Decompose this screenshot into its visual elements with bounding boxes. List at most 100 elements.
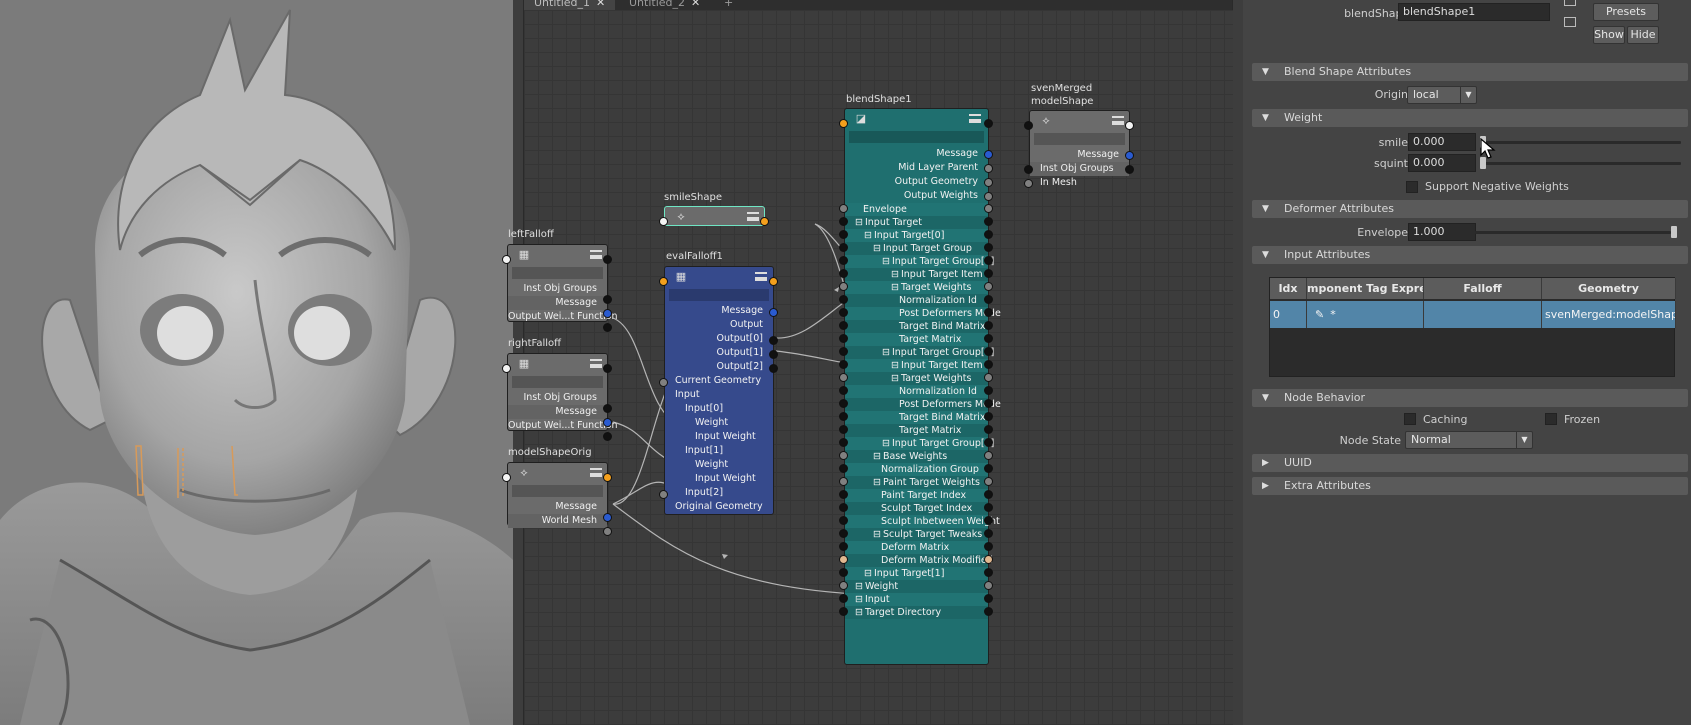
envelope-slider[interactable] (1475, 231, 1671, 234)
port-right[interactable] (984, 607, 993, 616)
port-right[interactable] (984, 256, 993, 265)
blendshape-attr-row[interactable]: ⊟ Base Weights (845, 450, 988, 463)
port-left[interactable] (839, 516, 848, 525)
attr-current-geometry[interactable]: Current Geometry (665, 374, 773, 388)
port-left[interactable] (839, 529, 848, 538)
expand-icon[interactable]: ⊟ (873, 477, 881, 488)
port-right[interactable] (984, 490, 993, 499)
expand-icon[interactable]: ⊟ (891, 282, 899, 293)
node-smileshape[interactable]: ⟡ (664, 206, 765, 226)
port-right[interactable] (984, 217, 993, 226)
section-deformer-attributes[interactable]: ▼ Deformer Attributes (1252, 200, 1688, 218)
envelope-value-field[interactable]: 1.000 (1408, 223, 1476, 241)
attr-input-weight[interactable]: Input Weight (665, 472, 773, 486)
section-weight[interactable]: ▼ Weight (1252, 109, 1688, 127)
blendshape-attr-row[interactable]: Normalization Id (845, 294, 988, 307)
blendshape-attr-row[interactable]: ⊟ Input Target Group[2] (845, 437, 994, 450)
blendshape-attr-row[interactable]: Target Bind Matrix (845, 411, 988, 424)
blendshape-attr-row[interactable]: ⊟ Input Target[1] (845, 567, 988, 580)
port-right[interactable] (984, 438, 993, 447)
section-input-attributes[interactable]: ▼ Input Attributes (1252, 246, 1688, 264)
port-left[interactable] (839, 204, 848, 213)
output-port[interactable] (603, 473, 612, 482)
squint-slider[interactable] (1483, 162, 1681, 165)
port-original-geometry[interactable] (659, 490, 668, 499)
port-left[interactable] (839, 503, 848, 512)
expand-icon[interactable]: ⊟ (873, 243, 881, 254)
expand-icon[interactable]: ⊟ (891, 373, 899, 384)
attr-inst-obj-groups[interactable]: Inst Obj Groups (508, 282, 607, 296)
hide-button[interactable]: Hide (1627, 26, 1659, 44)
viewport-3d[interactable] (0, 0, 513, 725)
expand-icon[interactable]: ⊟ (891, 269, 899, 280)
expand-icon[interactable]: ⊟ (855, 607, 863, 618)
table-cell-component-tag[interactable]: ✎ * (1307, 301, 1424, 328)
table-cell-falloff[interactable] (1424, 301, 1542, 328)
port-right[interactable] (984, 373, 993, 382)
blendshape-attr-row[interactable]: ⊟ Input Target Group[0] (845, 255, 994, 268)
close-icon[interactable]: ✕ (691, 0, 700, 9)
port-right[interactable] (984, 477, 993, 486)
port-right[interactable] (984, 386, 993, 395)
node-leftfalloff[interactable]: ▦ Inst Obj Groups Message Output Wei...t… (507, 244, 618, 322)
port-output-weights[interactable] (984, 192, 993, 201)
port-left[interactable] (839, 295, 848, 304)
expand-icon[interactable]: ⊟ (855, 217, 863, 228)
output-port[interactable] (984, 119, 993, 128)
table-cell-idx[interactable]: 0 (1270, 301, 1307, 328)
output-port[interactable] (603, 364, 612, 373)
blendshape-attr-row[interactable]: Target Matrix (845, 333, 988, 346)
port-inst-obj-groups[interactable] (1024, 165, 1033, 174)
port-left[interactable] (839, 594, 848, 603)
menu-icon[interactable] (969, 114, 981, 123)
blendshape-attr-row[interactable]: ⊟ Target Weights (845, 372, 988, 385)
port-left[interactable] (839, 386, 848, 395)
port-message[interactable] (603, 418, 612, 427)
blendshape-attr-row[interactable]: ⊟ Weight (845, 580, 988, 593)
squint-value-field[interactable]: 0.000 (1408, 154, 1476, 172)
input-port[interactable] (502, 364, 511, 373)
input-port[interactable] (502, 255, 511, 264)
menu-icon[interactable] (747, 212, 759, 221)
port-right[interactable] (984, 243, 993, 252)
port-left[interactable] (839, 464, 848, 473)
expand-icon[interactable]: ⊟ (873, 529, 881, 540)
expand-icon[interactable]: ⊟ (855, 594, 863, 605)
section-blend-shape-attributes[interactable]: ▼ Blend Shape Attributes (1252, 63, 1688, 81)
expand-icon[interactable]: ⊟ (882, 438, 890, 449)
attr-mid-layer-parent[interactable]: Mid Layer Parent (845, 161, 988, 175)
port-left[interactable] (839, 438, 848, 447)
tab-untitled-2[interactable]: Untitled_2 ✕ (619, 0, 710, 10)
column-header-idx[interactable]: Idx (1270, 278, 1307, 299)
port-output-0[interactable] (769, 336, 778, 345)
copy-tab-icon[interactable] (1564, 17, 1576, 27)
node-rightfalloff[interactable]: ▦ Inst Obj Groups Message Output Wei...t… (507, 353, 618, 431)
blendshape-attr-row[interactable]: Deform Matrix (845, 541, 988, 554)
input-port[interactable] (839, 119, 848, 128)
port-message[interactable] (603, 513, 612, 522)
port-right[interactable] (984, 464, 993, 473)
blendshape-attr-row[interactable]: ⊟ Input Target[0] (845, 229, 988, 242)
blendshape-attr-row[interactable]: Target Bind Matrix (845, 320, 988, 333)
attr-in-mesh[interactable]: In Mesh (1030, 176, 1129, 190)
blendshape-attr-row[interactable]: ⊟ Target Directory (845, 606, 988, 619)
port-left[interactable] (839, 373, 848, 382)
attr-message[interactable]: Message (845, 147, 988, 161)
attr-world-mesh[interactable]: World Mesh (508, 514, 607, 528)
blendshape-attr-row[interactable]: ⊟ Sculpt Target Tweaks (845, 528, 988, 541)
port-left[interactable] (839, 282, 848, 291)
blendshape-attr-row[interactable]: Paint Target Index (845, 489, 988, 502)
attr-output-geometry[interactable]: Output Geometry (845, 175, 988, 189)
port-left[interactable] (839, 321, 848, 330)
port-message[interactable] (603, 309, 612, 318)
node-state-dropdown[interactable]: Normal ▼ (1405, 431, 1533, 449)
output-port[interactable] (760, 217, 769, 226)
port-output-1[interactable] (769, 350, 778, 359)
port-in-mesh[interactable] (1024, 179, 1033, 188)
expand-icon[interactable]: ⊟ (855, 581, 863, 592)
smile-slider[interactable] (1483, 141, 1681, 144)
port-current-geometry[interactable] (659, 378, 668, 387)
section-uuid[interactable]: ▶ UUID (1252, 454, 1688, 472)
port-left[interactable] (839, 425, 848, 434)
port-right[interactable] (984, 568, 993, 577)
